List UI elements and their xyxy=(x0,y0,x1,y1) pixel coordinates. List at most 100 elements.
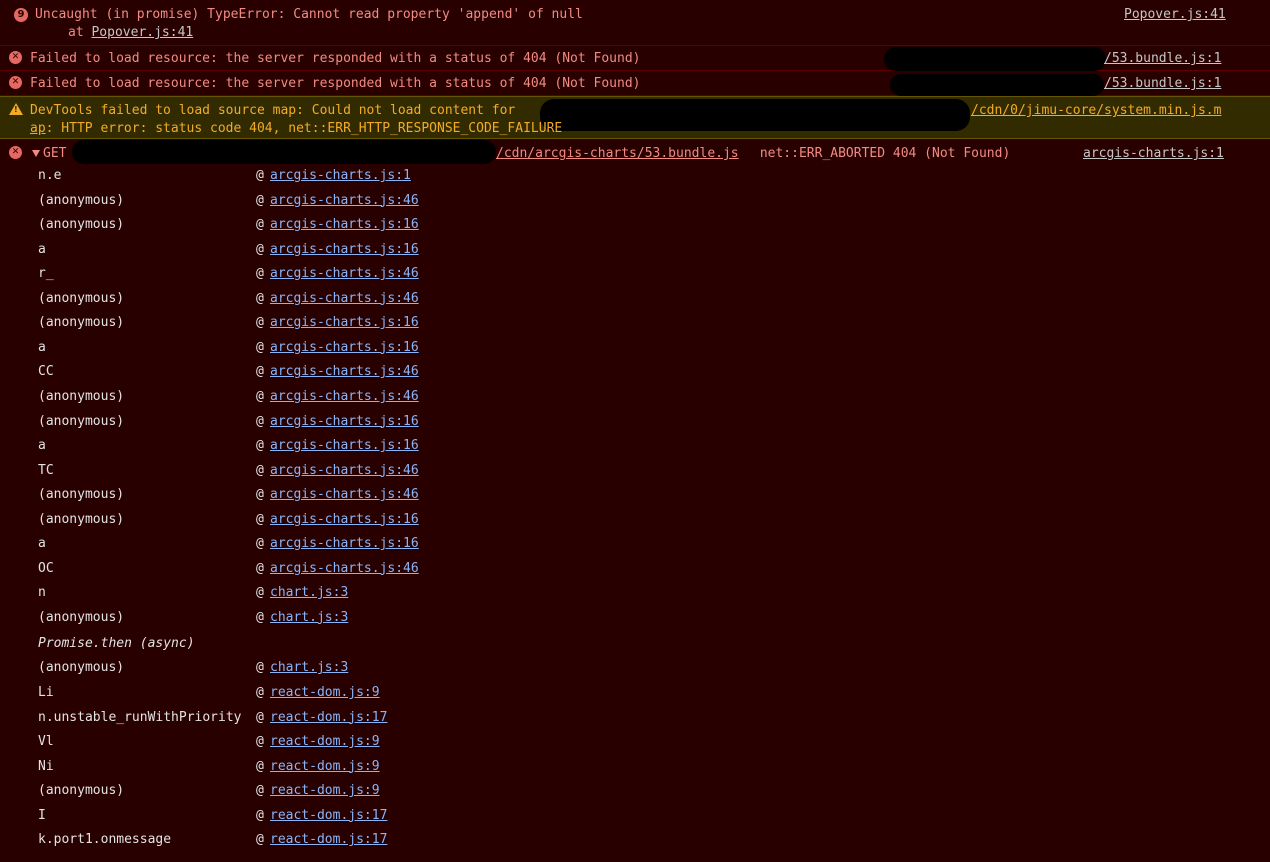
stack-frame-at: @ xyxy=(256,290,264,306)
stack-frame-function: a xyxy=(38,339,46,355)
stack-frame-at: @ xyxy=(256,438,264,454)
redacted-block xyxy=(890,74,1104,96)
stack-frame-function: (anonymous) xyxy=(38,290,125,306)
stack-frame-function: (anonymous) xyxy=(38,388,125,404)
error-icon: ✕ xyxy=(9,76,22,89)
stack-frame-link[interactable]: arcgis-charts.js:16 xyxy=(270,217,419,232)
stack-frame-link[interactable]: arcgis-charts.js:16 xyxy=(270,315,419,330)
console-message-failed-1[interactable]: ✕ Failed to load resource: the server re… xyxy=(0,47,1270,71)
stack-frame-link[interactable]: arcgis-charts.js:16 xyxy=(270,242,419,257)
stack-frame-at: @ xyxy=(256,734,264,750)
error-message-text: Failed to load resource: the server resp… xyxy=(30,76,641,91)
stack-frame-link[interactable]: chart.js:3 xyxy=(270,585,348,600)
stack-frame-at: @ xyxy=(256,364,264,380)
stack-frame-link[interactable]: arcgis-charts.js:46 xyxy=(270,389,419,404)
stack-frame-function: a xyxy=(38,536,46,552)
stack-frame-link[interactable]: arcgis-charts.js:16 xyxy=(270,438,419,453)
stack-frame-at: @ xyxy=(256,339,264,355)
stack-frame-at: @ xyxy=(256,388,264,404)
stack-frame-function: n.e xyxy=(38,168,62,183)
stack-frame-function: Ni xyxy=(38,758,54,774)
stack-frame-function: OC xyxy=(38,560,54,576)
stack-frame-link[interactable]: react-dom.js:9 xyxy=(270,685,380,700)
stack-frame-link[interactable]: react-dom.js:17 xyxy=(270,808,387,823)
stack-frame-at: @ xyxy=(256,413,264,429)
stack-frame-function: (anonymous) xyxy=(38,315,125,331)
console-message-get[interactable]: ✕ GET /cdn/arcgis-charts/53.bundle.js ne… xyxy=(0,140,1270,862)
at-prefix: at xyxy=(68,25,92,40)
stack-frame-at: @ xyxy=(256,536,264,552)
redacted-block xyxy=(540,99,970,131)
stack-frame-link[interactable]: react-dom.js:9 xyxy=(270,783,380,798)
stack-frame-at: @ xyxy=(256,560,264,576)
stack-frame-at: @ xyxy=(256,685,264,700)
source-link[interactable]: /53.bundle.js:1 xyxy=(1104,76,1221,91)
stack-frame-at: @ xyxy=(256,266,264,282)
stack-frame-link[interactable]: react-dom.js:9 xyxy=(270,734,380,749)
stack-frame-at: @ xyxy=(256,585,264,601)
stack-frame-link[interactable]: react-dom.js:17 xyxy=(270,832,387,847)
stack-frame-function: n.unstable_runWithPriority xyxy=(38,709,242,725)
expand-caret-icon[interactable] xyxy=(32,150,40,157)
source-link[interactable]: arcgis-charts.js:1 xyxy=(1083,146,1224,161)
stack-frame-function: (anonymous) xyxy=(38,660,125,676)
request-error-text: net::ERR_ABORTED 404 (Not Found) xyxy=(752,146,1011,161)
async-boundary-label: Promise.then (async) xyxy=(38,636,195,652)
stack-frame-function: CC xyxy=(38,364,54,380)
console-message-warning[interactable]: ! DevTools failed to load source map: Co… xyxy=(0,96,1270,139)
console-message-uncaught[interactable]: 9 Uncaught (in promise) TypeError: Canno… xyxy=(0,0,1270,46)
source-link[interactable]: /53.bundle.js:1 xyxy=(1104,51,1221,66)
stack-frame-at: @ xyxy=(256,192,264,208)
stack-frame-link[interactable]: arcgis-charts.js:46 xyxy=(270,266,419,281)
redacted-block xyxy=(72,140,496,164)
stack-frame-link[interactable]: arcgis-charts.js:16 xyxy=(270,536,419,551)
stack-frame-function: (anonymous) xyxy=(38,192,125,208)
stack-frame-at: @ xyxy=(256,487,264,503)
source-link[interactable]: Popover.js:41 xyxy=(1124,7,1226,22)
stack-frame-link[interactable]: arcgis-charts.js:46 xyxy=(270,561,419,576)
stack-frame-at: @ xyxy=(256,832,264,848)
stack-frame-link[interactable]: arcgis-charts.js:46 xyxy=(270,364,419,379)
stack-frame-at: @ xyxy=(256,660,264,676)
console-message-failed-2[interactable]: ✕ Failed to load resource: the server re… xyxy=(0,72,1270,96)
stack-frame-function: (anonymous) xyxy=(38,217,125,233)
error-icon: ✕ xyxy=(9,51,22,64)
stack-frame-link[interactable]: react-dom.js:9 xyxy=(270,759,380,774)
stack-frame-function: (anonymous) xyxy=(38,413,125,429)
stack-frame-link[interactable]: chart.js:3 xyxy=(270,660,348,675)
stack-frame-link[interactable]: arcgis-charts.js:1 xyxy=(270,168,411,183)
request-url-link[interactable]: /cdn/arcgis-charts/53.bundle.js xyxy=(496,146,739,161)
stack-frame-at: @ xyxy=(256,609,264,625)
stack-at-line: at Popover.js:41 xyxy=(68,25,193,40)
stack-frame-at: @ xyxy=(256,462,264,478)
stack-frame-at: @ xyxy=(256,758,264,774)
stack-frame-link[interactable]: arcgis-charts.js:16 xyxy=(270,340,419,355)
sourcemap-link[interactable]: /cdn/0/jimu-core/system.min.js.m xyxy=(971,103,1221,118)
error-message-text: Uncaught (in promise) TypeError: Cannot … xyxy=(35,7,583,22)
error-message-text: Failed to load resource: the server resp… xyxy=(30,51,641,66)
stack-frame-link[interactable]: arcgis-charts.js:46 xyxy=(270,291,419,306)
stack-frame-link[interactable]: react-dom.js:17 xyxy=(270,710,387,725)
stack-frame-at: @ xyxy=(256,783,264,799)
redacted-block xyxy=(884,47,1106,71)
stack-frame-link[interactable]: arcgis-charts.js:46 xyxy=(270,463,419,478)
warning-icon: ! xyxy=(9,103,23,115)
stack-frame-at: @ xyxy=(256,241,264,257)
stack-frame-function: a xyxy=(38,241,46,257)
stack-frame-link[interactable]: chart.js:3 xyxy=(270,610,348,625)
stack-frame-at: @ xyxy=(256,709,264,725)
stack-frame-at: @ xyxy=(256,315,264,331)
stack-frame-link[interactable]: arcgis-charts.js:46 xyxy=(270,487,419,502)
warning-text-2: : HTTP error: status code 404, net::ERR_… xyxy=(45,121,563,136)
stack-frame-link[interactable]: arcgis-charts.js:16 xyxy=(270,414,419,429)
stack-frame-function: TC xyxy=(38,462,54,478)
stack-frame-function: r_ xyxy=(38,266,54,282)
sourcemap-link-cont[interactable]: ap xyxy=(30,121,46,136)
stack-frame-link[interactable]: arcgis-charts.js:46 xyxy=(270,193,419,208)
stack-frame-link[interactable]: arcgis-charts.js:16 xyxy=(270,512,419,527)
popover-link[interactable]: Popover.js:41 xyxy=(91,25,193,40)
warning-text-1: DevTools failed to load source map: Coul… xyxy=(30,103,516,118)
stack-frame-function: a xyxy=(38,438,46,454)
warning-line-2: ap: HTTP error: status code 404, net::ER… xyxy=(30,121,562,136)
stack-frame-at: @ xyxy=(256,511,264,527)
